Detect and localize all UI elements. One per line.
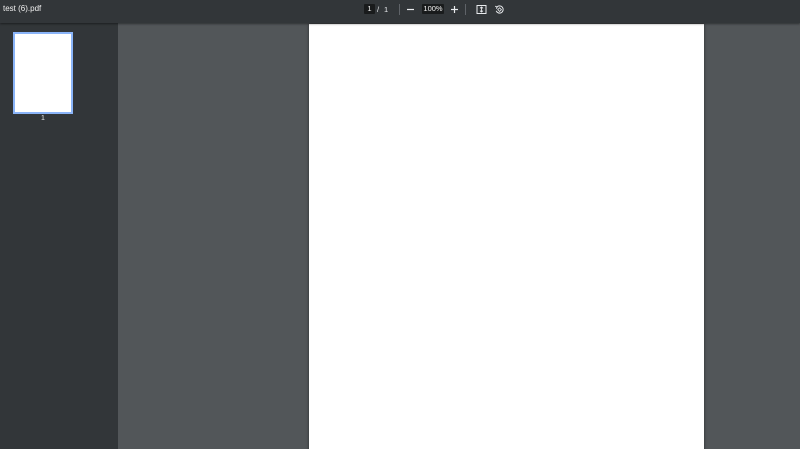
- plus-icon: [450, 5, 458, 13]
- page-count: 1: [384, 5, 389, 14]
- document-canvas[interactable]: [118, 23, 800, 449]
- fit-to-page-icon: [476, 4, 486, 14]
- toolbar: test (6).pdf 1 / 1 100%: [0, 0, 800, 23]
- toolbar-divider: [399, 4, 400, 15]
- fit-to-page-button[interactable]: [474, 2, 488, 16]
- pdf-page[interactable]: [309, 24, 704, 449]
- toolbar-divider: [465, 4, 466, 15]
- page-thumbnail-label: 1: [41, 115, 45, 122]
- thumbnail-sidebar: 1: [0, 23, 118, 449]
- zoom-in-button[interactable]: [447, 2, 461, 16]
- page-number-input[interactable]: 1: [364, 4, 375, 14]
- minus-icon: [406, 8, 414, 10]
- rotate-counterclockwise-icon: [494, 4, 504, 14]
- page-thumbnail[interactable]: [13, 32, 73, 114]
- zoom-level-input[interactable]: 100%: [422, 4, 444, 14]
- page-separator: /: [377, 5, 380, 14]
- zoom-out-button[interactable]: [403, 2, 417, 16]
- pdf-viewer: test (6).pdf 1 / 1 100% 1: [0, 0, 800, 449]
- document-title: test (6).pdf: [3, 4, 42, 13]
- rotate-button[interactable]: [492, 2, 506, 16]
